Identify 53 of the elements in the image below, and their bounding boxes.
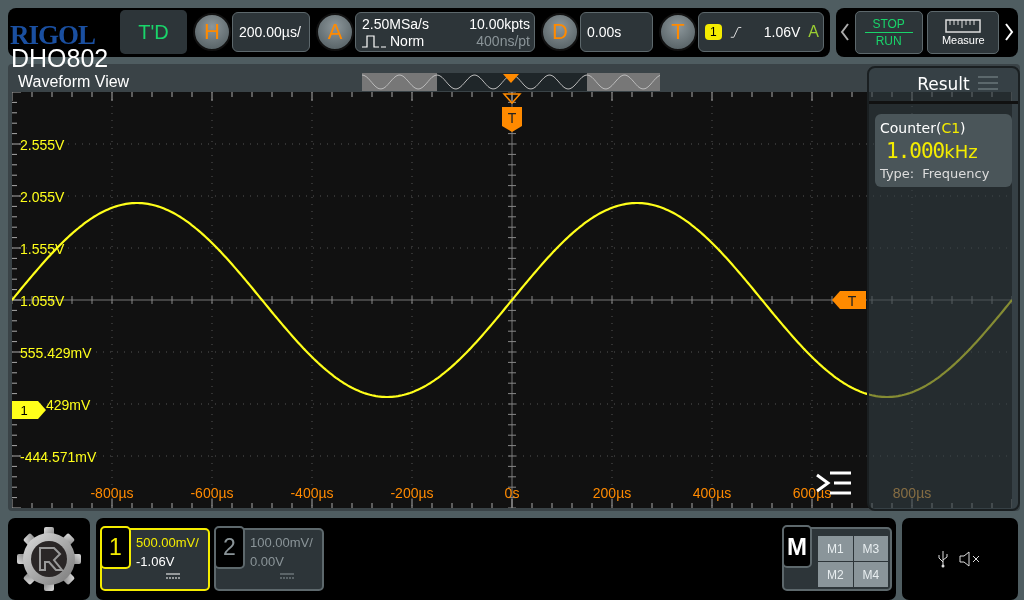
time-label: 400µs: [692, 484, 732, 501]
rising-edge-icon: [729, 24, 742, 41]
time-label: 800µs: [892, 484, 932, 501]
measure-button[interactable]: Measure: [927, 10, 1000, 54]
math-button[interactable]: M: [782, 525, 812, 569]
horizontal-scale[interactable]: 200.00µs/: [232, 12, 310, 53]
counter-card[interactable]: Counter(C1) 1.000kHz Type: Frequency: [875, 113, 1012, 187]
trigger-sweep: A: [808, 23, 819, 42]
run-stop-button[interactable]: STOP RUN: [854, 10, 923, 54]
trigger-level-marker[interactable]: T: [832, 290, 866, 309]
time-label: -400µs: [290, 484, 334, 501]
delay-value[interactable]: 0.00s: [580, 12, 653, 53]
trigger-info[interactable]: 1 1.06V A: [698, 12, 824, 53]
time-label: -600µs: [190, 484, 234, 501]
time-label: -200µs: [390, 484, 434, 501]
time-label: 0s: [504, 484, 520, 501]
memory-depth: 10.00kpts: [469, 15, 530, 32]
voltage-label: 429mV: [46, 396, 91, 413]
voltage-label: -444.571mV: [20, 448, 97, 465]
trigger-source: 1: [705, 24, 722, 41]
ruler-icon: [945, 18, 982, 33]
gear-logo-icon[interactable]: [16, 526, 82, 593]
pulse-icon: [362, 33, 386, 48]
voltage-label: 555.429mV: [20, 344, 92, 361]
usb-icon: [938, 550, 948, 569]
counter-unit: kHz: [944, 140, 978, 162]
timeline-overview[interactable]: [362, 72, 660, 91]
chevron-left-icon[interactable]: [840, 23, 850, 42]
channel-marker[interactable]: 1: [12, 400, 46, 419]
time-label: 600µs: [792, 484, 832, 501]
view-title: Waveform View: [17, 71, 131, 91]
sample-rate: 2.50MSa/s: [362, 15, 429, 32]
brand-logo: RIGOL: [10, 19, 96, 50]
acquire-info[interactable]: 2.50MSa/s Norm 10.00kpts 400ns/pt: [355, 12, 535, 53]
type-value: Frequency: [922, 165, 990, 181]
channel-card[interactable]: 1 500.00mV/ -1.06V: [100, 527, 210, 591]
trigger-level: 1.06V: [763, 24, 801, 41]
voltage-label: 2.555V: [20, 136, 65, 153]
coupling-icon: [166, 572, 180, 579]
chevron-right-icon[interactable]: [1003, 23, 1014, 42]
counter-title: Counter(C1): [880, 119, 967, 136]
counter-value: 1.000: [886, 138, 945, 163]
mode-button[interactable]: T'D: [120, 10, 187, 55]
voltage-label: 2.055V: [20, 188, 65, 205]
time-label: 200µs: [592, 484, 632, 501]
mute-icon[interactable]: [958, 551, 982, 568]
time-label: -800µs: [90, 484, 134, 501]
coupling-icon: [280, 572, 294, 579]
resolution: 400ns/pt: [476, 32, 530, 49]
channel-card[interactable]: 2 100.00mV/ 0.00V: [214, 527, 324, 591]
voltage-label: 1.055V: [20, 292, 65, 309]
acquire-mode: Norm: [390, 32, 425, 49]
type-label: Type:: [880, 165, 915, 181]
